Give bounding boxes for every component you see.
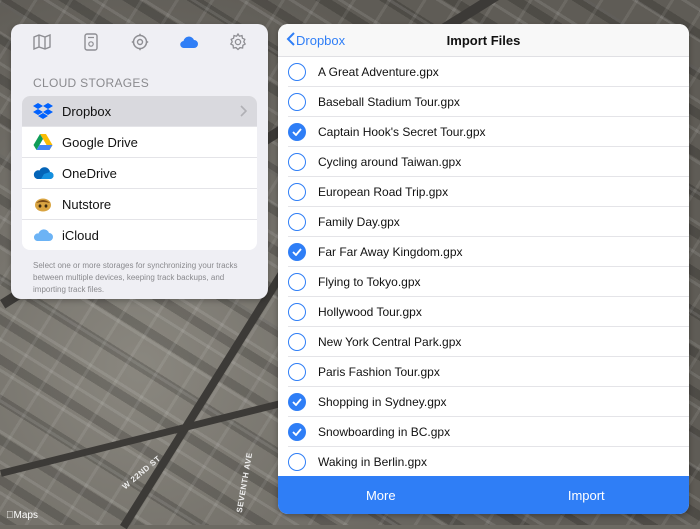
file-row[interactable]: Snowboarding in BC.gpx bbox=[288, 417, 689, 447]
file-row[interactable]: Flying to Tokyo.gpx bbox=[288, 267, 689, 297]
street-label: SEVENTH AVE bbox=[234, 451, 255, 514]
footnote: Select one or more storages for synchron… bbox=[33, 261, 238, 294]
empty-circle-icon[interactable] bbox=[288, 272, 306, 291]
file-row[interactable]: Shopping in Sydney.gpx bbox=[288, 387, 689, 417]
checkmark-circle-icon[interactable] bbox=[288, 122, 306, 141]
section-title: CLOUD STORAGES bbox=[33, 76, 150, 90]
file-row[interactable]: Baseball Stadium Tour.gpx bbox=[288, 87, 689, 117]
cloud-icon[interactable] bbox=[176, 29, 202, 55]
file-name: Family Day.gpx bbox=[318, 214, 400, 229]
chevron-right-icon bbox=[240, 104, 248, 122]
file-row[interactable]: Far Far Away Kingdom.gpx bbox=[288, 237, 689, 267]
map-icon[interactable] bbox=[29, 29, 55, 55]
storage-label: Google Drive bbox=[62, 134, 138, 150]
dropbox-icon bbox=[32, 100, 54, 122]
bottom-action-bar: More Import bbox=[278, 476, 689, 514]
storage-item-nutstore[interactable]: Nutstore bbox=[22, 189, 257, 220]
checkmark-circle-icon[interactable] bbox=[288, 392, 306, 411]
empty-circle-icon[interactable] bbox=[288, 452, 306, 471]
storage-label: Dropbox bbox=[62, 103, 112, 119]
storage-item-icloud[interactable]: iCloud bbox=[22, 220, 257, 250]
gear-icon[interactable] bbox=[225, 29, 251, 55]
file-row[interactable]: A Great Adventure.gpx bbox=[288, 57, 689, 87]
file-name: Captain Hook's Secret Tour.gpx bbox=[318, 124, 486, 139]
checkmark-circle-icon[interactable] bbox=[288, 422, 306, 441]
file-name: Paris Fashion Tour.gpx bbox=[318, 364, 440, 379]
storage-item-dropbox[interactable]: Dropbox bbox=[22, 96, 257, 127]
file-row[interactable]: Hollywood Tour.gpx bbox=[288, 297, 689, 327]
file-row[interactable]: Paris Fashion Tour.gpx bbox=[288, 357, 689, 387]
file-name: New York Central Park.gpx bbox=[318, 334, 462, 349]
maps-credit: Maps bbox=[6, 510, 38, 521]
icloud-icon bbox=[32, 224, 54, 246]
device-icon[interactable] bbox=[78, 29, 104, 55]
file-row[interactable]: Family Day.gpx bbox=[288, 207, 689, 237]
file-name: Cycling around Taiwan.gpx bbox=[318, 154, 462, 169]
file-name: Far Far Away Kingdom.gpx bbox=[318, 244, 463, 259]
empty-circle-icon[interactable] bbox=[288, 182, 306, 201]
cloud-storage-panel: CLOUD STORAGES Dropbox Google Drive OneD… bbox=[11, 24, 268, 299]
file-list: A Great Adventure.gpx Baseball Stadium To… bbox=[278, 57, 689, 477]
more-button[interactable]: More bbox=[278, 488, 484, 503]
panel-toolbar bbox=[11, 24, 268, 60]
storage-item-onedrive[interactable]: OneDrive bbox=[22, 158, 257, 189]
file-name: Shopping in Sydney.gpx bbox=[318, 394, 447, 409]
onedrive-icon bbox=[32, 162, 54, 184]
settings-gear-icon[interactable] bbox=[127, 29, 153, 55]
page-title: Import Files bbox=[446, 33, 521, 48]
storage-list: Dropbox Google Drive OneDrive Nutstore i… bbox=[22, 96, 257, 250]
import-files-panel: Dropbox Import Files A Great Adventure.g… bbox=[278, 24, 689, 514]
storage-label: iCloud bbox=[62, 227, 99, 243]
storage-label: Nutstore bbox=[62, 196, 112, 212]
import-button[interactable]: Import bbox=[484, 488, 690, 503]
google-drive-icon bbox=[32, 131, 54, 153]
nav-bar: Dropbox Import Files bbox=[278, 24, 689, 57]
empty-circle-icon[interactable] bbox=[288, 302, 306, 321]
empty-circle-icon[interactable] bbox=[288, 152, 306, 171]
empty-circle-icon[interactable] bbox=[288, 62, 306, 81]
empty-circle-icon[interactable] bbox=[288, 332, 306, 351]
file-row[interactable]: New York Central Park.gpx bbox=[288, 327, 689, 357]
file-name: Baseball Stadium Tour.gpx bbox=[318, 94, 460, 109]
file-name: A Great Adventure.gpx bbox=[318, 64, 439, 79]
file-name: Flying to Tokyo.gpx bbox=[318, 274, 421, 289]
nutstore-icon bbox=[32, 193, 54, 215]
empty-circle-icon[interactable] bbox=[288, 92, 306, 111]
storage-label: OneDrive bbox=[62, 165, 117, 181]
file-name: Hollywood Tour.gpx bbox=[318, 304, 422, 319]
file-name: Waking in Berlin.gpx bbox=[318, 454, 427, 469]
file-name: Snowboarding in BC.gpx bbox=[318, 424, 451, 439]
file-row[interactable]: European Road Trip.gpx bbox=[288, 177, 689, 207]
file-row[interactable]: Waking in Berlin.gpx bbox=[288, 447, 689, 477]
storage-item-google-drive[interactable]: Google Drive bbox=[22, 127, 257, 158]
checkmark-circle-icon[interactable] bbox=[288, 242, 306, 261]
file-row[interactable]: Captain Hook's Secret Tour.gpx bbox=[288, 117, 689, 147]
empty-circle-icon[interactable] bbox=[288, 362, 306, 381]
file-row[interactable]: Cycling around Taiwan.gpx bbox=[288, 147, 689, 177]
file-name: European Road Trip.gpx bbox=[318, 184, 449, 199]
empty-circle-icon[interactable] bbox=[288, 212, 306, 231]
